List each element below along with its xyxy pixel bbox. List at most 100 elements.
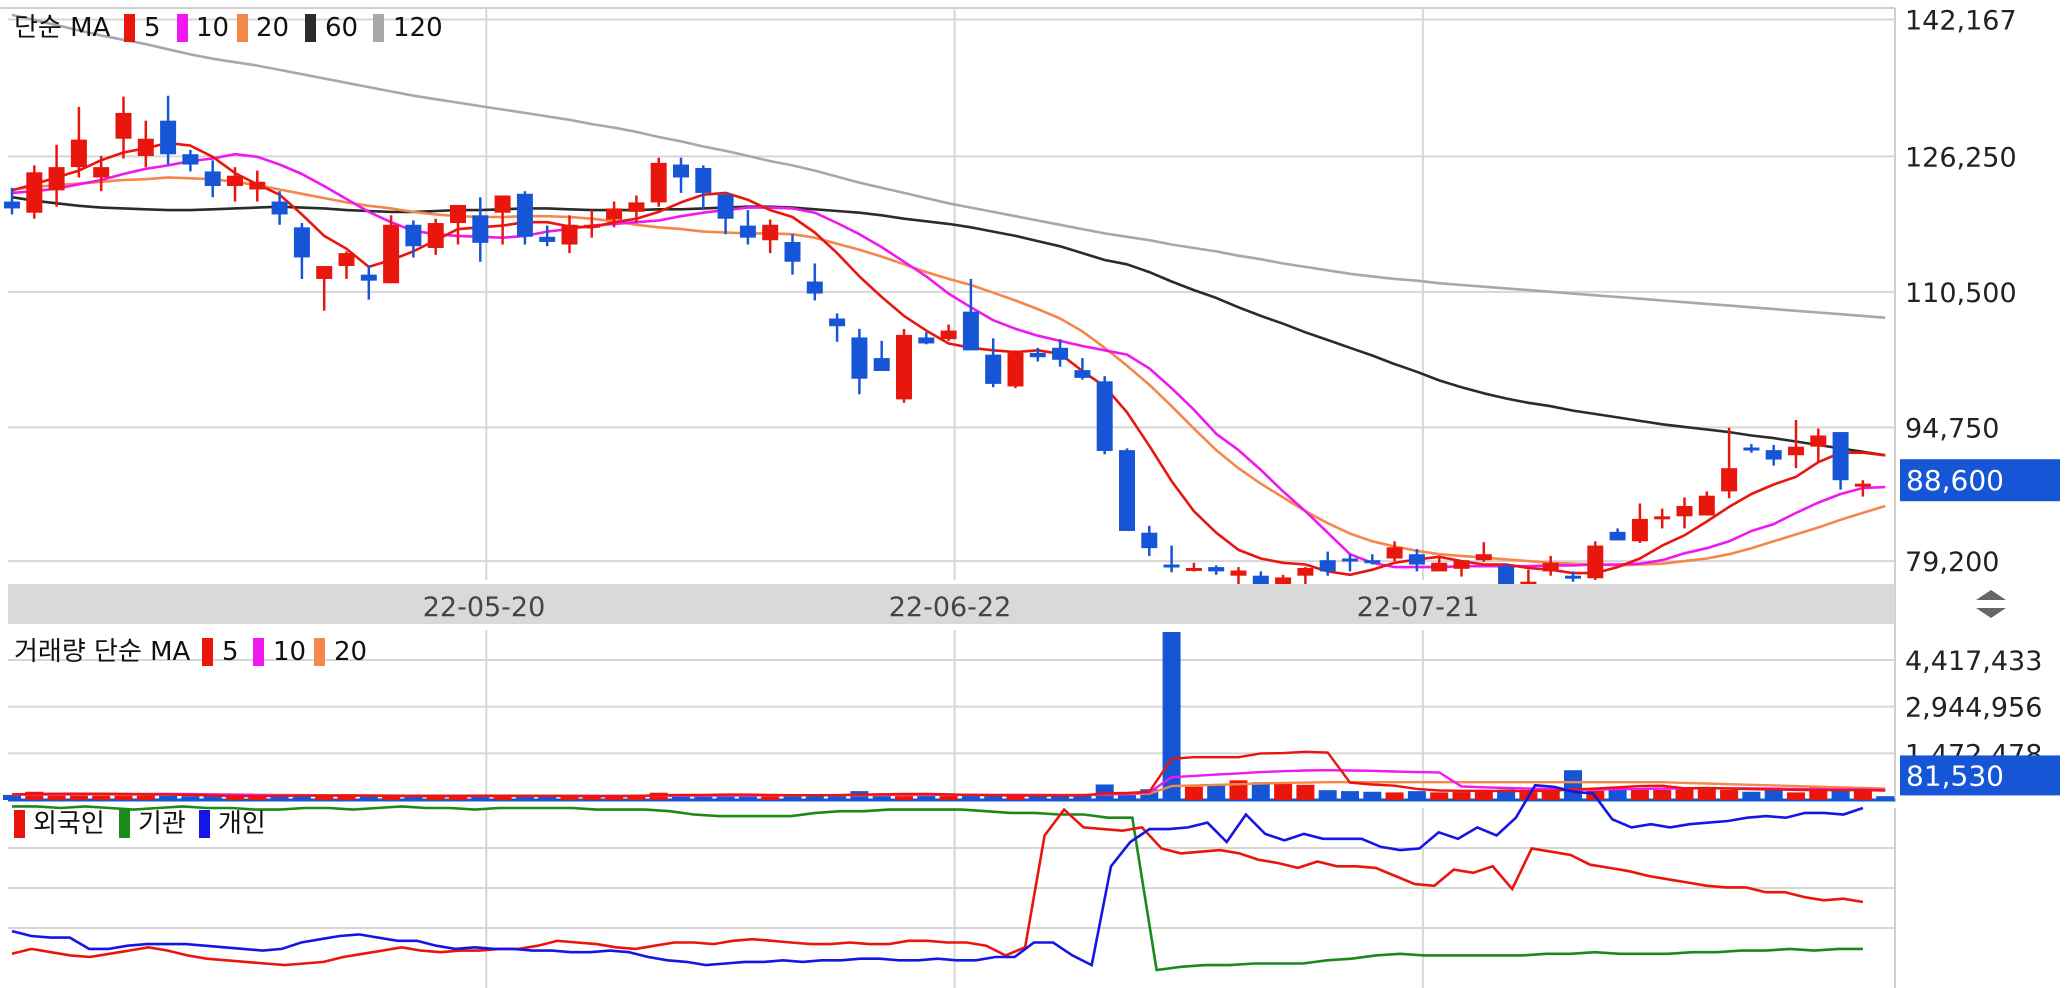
candle-body-23 <box>516 193 533 237</box>
candle-body-83 <box>1854 483 1871 487</box>
candle-body-21 <box>472 215 489 243</box>
volume-legend-swatch-ma10 <box>253 638 264 666</box>
price-tick-label-2: 110,500 <box>1905 278 2017 309</box>
candle-body-82 <box>1832 432 1849 481</box>
investor-legend-swatch-institution <box>119 810 130 838</box>
ma20-line <box>11 176 1886 567</box>
volume-legend-swatch-ma5 <box>202 638 213 666</box>
volume-bar-69 <box>1541 790 1560 800</box>
candle-body-70 <box>1565 575 1581 579</box>
date-label-3: 22-07-21 <box>1357 592 1480 623</box>
candle-body-59 <box>1319 560 1336 572</box>
candle-body-44 <box>985 354 1002 384</box>
candle-body-79 <box>1765 450 1782 460</box>
candle-body-37 <box>829 318 846 327</box>
candle-body-55 <box>1230 570 1247 576</box>
candle-body-9 <box>204 171 221 187</box>
date-label-1: 22-05-20 <box>423 592 546 623</box>
candle-body-8 <box>182 154 199 165</box>
candle-body-67 <box>1498 566 1515 585</box>
candle-body-47 <box>1052 347 1069 360</box>
candle-body-12 <box>271 201 288 215</box>
volume-bar-63 <box>1407 791 1426 800</box>
candle-body-75 <box>1676 506 1693 517</box>
candle-body-64 <box>1431 562 1448 572</box>
candle-body-34 <box>762 224 779 241</box>
volume-bar-80 <box>1787 792 1805 800</box>
investor-legend-label-individual: 개인 <box>218 809 266 839</box>
candle-body-38 <box>851 337 868 379</box>
candle-body-40 <box>896 334 912 400</box>
panel-resize-handle-icon[interactable] <box>1976 590 2006 618</box>
candle-body-13 <box>293 227 310 258</box>
price-legend: 단순 MA 5 10 20 60 120 <box>14 13 443 43</box>
candle-body-53 <box>1185 567 1202 571</box>
date-bar[interactable]: 22-05-20 22-06-22 22-07-21 <box>8 584 2006 624</box>
volume-bar-58 <box>1296 784 1315 800</box>
volume-bar-56 <box>1251 782 1270 800</box>
volume-legend-label-ma5: 5 <box>222 637 239 667</box>
candle-body-1 <box>26 172 43 213</box>
current-price-label: 88,600 <box>1906 464 2004 497</box>
legend-label-ma60: 60 <box>325 13 358 43</box>
legend-label-ma5: 5 <box>144 13 161 43</box>
legend-label-ma120: 120 <box>393 13 443 43</box>
candle-body-65 <box>1453 560 1470 569</box>
candle-body-61 <box>1364 560 1381 564</box>
candle-body-28 <box>628 202 645 212</box>
ma5-line <box>11 141 1886 577</box>
volume-bar-57 <box>1274 782 1293 800</box>
moving-average-lines <box>11 13 1886 577</box>
legend-label-ma20: 20 <box>256 13 289 43</box>
candle-body-26 <box>583 224 600 228</box>
candle-body-48 <box>1074 370 1091 378</box>
volume-tick-label-1: 2,944,956 <box>1905 693 2042 724</box>
volume-bar-78 <box>1742 791 1761 800</box>
candle-body-43 <box>962 311 979 351</box>
ma120-line <box>11 13 1886 319</box>
price-panel[interactable]: 142,167 126,250 110,500 94,750 79,200 88,600 <box>0 5 2060 802</box>
volume-legend-title: 거래량 단순 MA <box>14 637 191 667</box>
investor-panel[interactable]: 외국인 기관 개인 <box>8 783 1896 988</box>
candle-body-11 <box>249 181 266 190</box>
volume-tick-label-0: 4,417,433 <box>1905 646 2042 677</box>
candle-body-32 <box>717 194 734 219</box>
candle-body-80 <box>1788 446 1804 456</box>
volume-bar-7 <box>159 795 178 800</box>
volume-bar-62 <box>1385 792 1404 800</box>
candle-body-49 <box>1096 381 1113 451</box>
candle-body-63 <box>1408 554 1425 565</box>
candle-body-35 <box>784 241 801 262</box>
candle-body-81 <box>1810 435 1827 447</box>
candle-body-31 <box>695 167 712 193</box>
volume-panel[interactable]: 4,417,4332,944,9561,472,47881,530 거래량 단순… <box>3 630 2060 802</box>
candle-body-60 <box>1342 558 1358 562</box>
candle-body-46 <box>1029 352 1046 358</box>
candle-body-20 <box>450 204 466 224</box>
stock-chart[interactable]: 142,167126,250110,50094,75079,20088,600 … <box>0 0 2067 988</box>
volume-bar-60 <box>1341 791 1359 800</box>
candle-body-73 <box>1631 518 1648 542</box>
candle-body-66 <box>1475 554 1492 561</box>
legend-swatch-ma5 <box>124 14 135 42</box>
candle-body-62 <box>1386 547 1403 559</box>
volume-bar-59 <box>1318 790 1337 800</box>
candlesticks <box>4 95 1871 605</box>
volume-bar-2 <box>47 795 66 800</box>
candle-body-36 <box>806 281 823 294</box>
candle-body-17 <box>383 224 400 284</box>
investor-legend-swatch-individual <box>199 810 210 838</box>
candle-body-74 <box>1654 516 1671 520</box>
candle-body-29 <box>650 162 667 203</box>
candle-body-71 <box>1587 545 1604 579</box>
candle-body-22 <box>494 195 511 213</box>
volume-bar-74 <box>1653 789 1672 800</box>
volume-bar-54 <box>1207 784 1226 800</box>
volume-bar-52 <box>1162 632 1181 800</box>
volume-bar-42 <box>939 795 958 800</box>
candle-body-52 <box>1163 564 1180 568</box>
candle-body-42 <box>940 330 957 340</box>
current-volume-label: 81,530 <box>1906 759 2004 792</box>
candle-body-14 <box>316 266 333 279</box>
volume-bar-79 <box>1764 789 1783 800</box>
